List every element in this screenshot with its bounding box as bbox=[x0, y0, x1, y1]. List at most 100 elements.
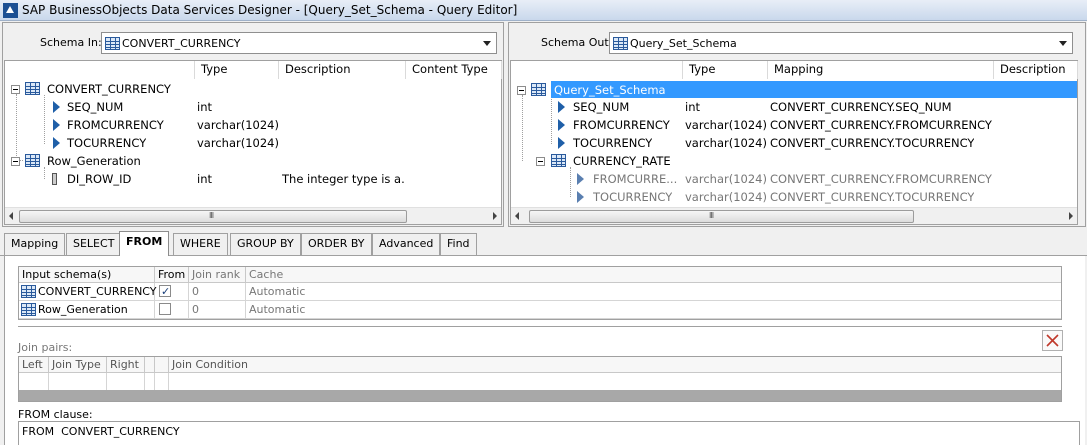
col-header-content-type[interactable]: Content Type bbox=[406, 61, 502, 79]
collapse-icon[interactable] bbox=[517, 86, 526, 95]
dropdown-arrow-icon bbox=[1059, 41, 1067, 46]
join-right-cell[interactable] bbox=[107, 373, 145, 391]
join-pairs-grid: Left Join Type Right Join Condition bbox=[18, 356, 1062, 402]
tree-row[interactable]: SEQ_NUM int CONVERT_CURRENCY.SEQ_NUM bbox=[511, 98, 1077, 116]
header-join-type: Join Type bbox=[49, 357, 107, 373]
column-arrow-icon bbox=[53, 137, 60, 149]
join-rank-cell[interactable]: 0 bbox=[189, 301, 246, 319]
from-checkbox-checked[interactable] bbox=[159, 283, 171, 300]
column-arrow-icon bbox=[577, 173, 584, 185]
schema-in-selected: CONVERT_CURRENCY bbox=[122, 37, 241, 50]
col-header-name[interactable] bbox=[5, 61, 195, 79]
tab-mapping[interactable]: Mapping bbox=[4, 233, 66, 255]
table-icon bbox=[531, 83, 546, 96]
column-arrow-icon bbox=[558, 137, 565, 149]
tab-from[interactable]: FROM bbox=[119, 231, 170, 256]
schema-in-hscrollbar[interactable]: III bbox=[5, 207, 501, 224]
table-icon bbox=[21, 285, 36, 298]
column-arrow-icon bbox=[577, 191, 584, 203]
window-title: SAP BusinessObjects Data Services Design… bbox=[22, 3, 518, 17]
scroll-left-icon[interactable] bbox=[515, 212, 519, 220]
delete-icon bbox=[1046, 334, 1059, 347]
col-header-type[interactable]: Type bbox=[195, 61, 279, 79]
schema-out-dropdown[interactable]: Query_Set_Schema bbox=[609, 32, 1073, 54]
tab-order-by[interactable]: ORDER BY bbox=[301, 233, 372, 255]
tree-row[interactable]: FROMCURRENCY varchar(1024) bbox=[5, 116, 501, 134]
header-from: From bbox=[155, 267, 189, 283]
tree-row[interactable]: SEQ_NUM int bbox=[5, 98, 501, 116]
from-checkbox-cell[interactable] bbox=[155, 283, 189, 301]
schema-in-tree: Type Description Content Type CONVERT_CU… bbox=[4, 60, 502, 225]
table-icon bbox=[25, 154, 40, 167]
table-icon bbox=[551, 154, 566, 167]
tab-find[interactable]: Find bbox=[440, 233, 477, 255]
title-bar: SAP BusinessObjects Data Services Design… bbox=[0, 0, 1087, 21]
tab-select[interactable]: SELECT bbox=[66, 233, 122, 255]
join-type-cell[interactable] bbox=[49, 373, 107, 391]
col-header-description[interactable]: Description bbox=[994, 61, 1078, 79]
schema-out-tree: Type Mapping Description Query_Set_Schem… bbox=[510, 60, 1078, 225]
schema-out-hscrollbar[interactable]: III bbox=[511, 207, 1077, 224]
col-header-type[interactable]: Type bbox=[683, 61, 768, 79]
header-join-condition: Join Condition bbox=[169, 357, 1061, 373]
column-arrow-icon bbox=[53, 119, 60, 131]
app-icon bbox=[3, 3, 18, 18]
table-icon bbox=[25, 82, 40, 95]
scroll-thumb[interactable] bbox=[529, 210, 914, 223]
input-schemas-grid: Input schema(s) From Join rank Cache CON… bbox=[18, 266, 1062, 320]
header-left: Left bbox=[19, 357, 49, 373]
input-schema-cell[interactable]: CONVERT_CURRENCY bbox=[19, 283, 157, 301]
schema-in-dropdown[interactable]: CONVERT_CURRENCY bbox=[101, 32, 497, 54]
tab-group-by[interactable]: GROUP BY bbox=[230, 233, 301, 255]
from-clause-text: FROM CONVERT_CURRENCY bbox=[22, 425, 180, 438]
header-blank-2 bbox=[155, 357, 169, 373]
collapse-icon[interactable] bbox=[11, 85, 20, 94]
table-icon bbox=[613, 37, 628, 50]
delete-join-button[interactable] bbox=[1042, 330, 1063, 351]
scroll-right-icon[interactable] bbox=[1069, 212, 1073, 220]
collapse-icon[interactable] bbox=[11, 157, 20, 166]
header-input-schemas: Input schema(s) bbox=[19, 267, 155, 283]
schema-in-label: Schema In: bbox=[40, 36, 102, 49]
scroll-right-icon[interactable] bbox=[493, 212, 497, 220]
from-clause-label: FROM clause: bbox=[18, 408, 93, 421]
schema-out-label: Schema Out: bbox=[541, 36, 613, 49]
join-pairs-label: Join pairs: bbox=[18, 341, 73, 354]
tab-advanced[interactable]: Advanced bbox=[372, 233, 441, 255]
join-pairs-scroll-area bbox=[19, 390, 1061, 401]
from-checkbox-cell[interactable] bbox=[155, 301, 189, 319]
tree-row[interactable]: Row_Generation bbox=[5, 152, 501, 170]
header-right: Right bbox=[107, 357, 145, 373]
tree-row[interactable]: FROMCURRE... varchar(1024) CONVERT_CURRE… bbox=[511, 170, 1077, 188]
header-cache: Cache bbox=[246, 267, 1061, 283]
col-header-mapping[interactable]: Mapping bbox=[768, 61, 994, 79]
cache-cell[interactable]: Automatic bbox=[246, 283, 1061, 301]
tree-row[interactable]: CONVERT_CURRENCY bbox=[5, 80, 501, 98]
tab-where[interactable]: WHERE bbox=[173, 233, 228, 255]
join-left-cell[interactable] bbox=[19, 373, 49, 391]
from-checkbox-unchecked[interactable] bbox=[159, 303, 171, 315]
tree-row[interactable]: DI_ROW_ID int The integer type is a... bbox=[5, 170, 501, 188]
collapse-icon[interactable] bbox=[536, 157, 545, 166]
from-clause-textarea[interactable]: FROM CONVERT_CURRENCY bbox=[18, 421, 1080, 445]
table-icon bbox=[105, 37, 120, 50]
scroll-left-icon[interactable] bbox=[9, 212, 13, 220]
tree-row[interactable]: TOCURRENCY varchar(1024) bbox=[5, 134, 501, 152]
tree-row[interactable]: FROMCURRENCY varchar(1024) CONVERT_CURRE… bbox=[511, 116, 1077, 134]
column-arrow-icon bbox=[558, 119, 565, 131]
tree-row[interactable]: TOCURRENCY varchar(1024) CONVERT_CURRENC… bbox=[511, 188, 1077, 206]
tree-row-selected[interactable]: Query_Set_Schema bbox=[511, 81, 1077, 99]
join-condition-cell[interactable] bbox=[169, 373, 1061, 391]
join-rank-cell[interactable]: 0 bbox=[189, 283, 246, 301]
cache-cell[interactable]: Automatic bbox=[246, 301, 1061, 319]
column-arrow-icon bbox=[53, 101, 60, 113]
col-header-name[interactable] bbox=[511, 61, 683, 79]
tree-row[interactable]: TOCURRENCY varchar(1024) CONVERT_CURRENC… bbox=[511, 134, 1077, 152]
header-blank-1 bbox=[145, 357, 155, 373]
input-schema-cell[interactable]: Row_Generation bbox=[19, 301, 155, 319]
schema-out-selected: Query_Set_Schema bbox=[630, 37, 737, 50]
col-header-description[interactable]: Description bbox=[279, 61, 406, 79]
tree-row[interactable]: CURRENCY_RATE bbox=[511, 152, 1077, 170]
header-join-rank: Join rank bbox=[189, 267, 246, 283]
dropdown-arrow-icon bbox=[483, 41, 491, 46]
